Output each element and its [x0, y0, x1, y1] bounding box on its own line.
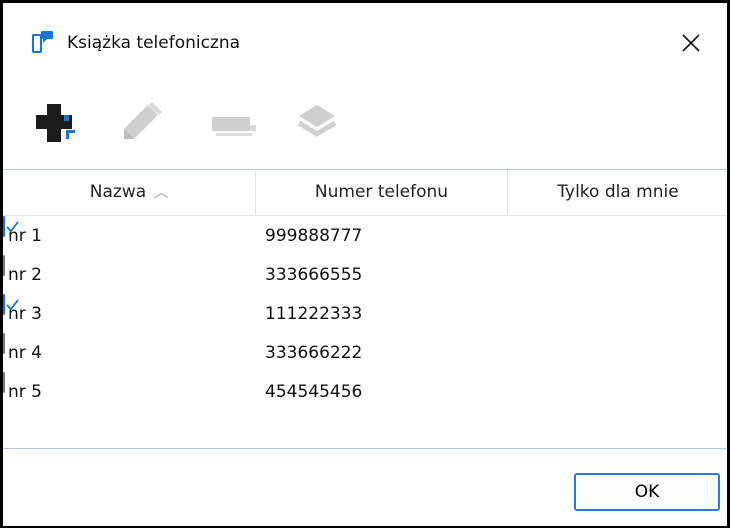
checkmark-icon	[6, 221, 19, 233]
only-me-checkbox[interactable]	[3, 294, 19, 315]
toolbar	[3, 83, 727, 168]
title-bar: Książka telefoniczna	[3, 3, 727, 83]
column-header-only-me[interactable]: Tylko dla mnie	[508, 170, 728, 216]
layers-button[interactable]	[293, 99, 341, 147]
table-body: nr 1 999888777 nr 2 333666555 nr 3 11122…	[3, 216, 727, 412]
only-me-checkbox[interactable]	[3, 333, 5, 354]
sort-ascending-icon: ︿	[154, 185, 169, 201]
close-icon	[682, 34, 700, 52]
contact-name: nr 1	[8, 226, 42, 246]
only-me-checkbox[interactable]	[3, 372, 5, 393]
edit-contact-button[interactable]	[118, 99, 166, 147]
phonebook-app-icon	[32, 30, 54, 54]
contact-name: nr 3	[8, 304, 42, 324]
contact-name: nr 2	[8, 265, 42, 285]
table-row[interactable]: nr 3 111222333	[3, 294, 727, 334]
add-contact-button[interactable]	[33, 99, 81, 147]
table-row[interactable]: nr 5 454545456	[3, 372, 727, 412]
ok-button[interactable]: OK	[574, 473, 720, 511]
only-me-checkbox[interactable]	[3, 255, 5, 276]
contact-number: 999888777	[265, 226, 363, 246]
column-header-number[interactable]: Numer telefonu	[256, 170, 508, 216]
column-header-name[interactable]: Nazwa ︿	[3, 170, 256, 216]
only-me-checkbox[interactable]	[3, 216, 19, 237]
add-contact-icon	[36, 104, 75, 142]
layers-icon	[297, 105, 337, 137]
column-header-label: Nazwa	[89, 182, 147, 202]
column-header-label: Numer telefonu	[314, 182, 449, 202]
phonebook-table: Nazwa ︿ Numer telefonu Tylko dla mnie nr …	[3, 169, 727, 449]
checkmark-icon	[6, 299, 19, 311]
window-title: Książka telefoniczna	[67, 33, 241, 53]
contact-number: 333666555	[265, 265, 363, 285]
column-header-label: Tylko dla mnie	[557, 182, 679, 202]
table-header: Nazwa ︿ Numer telefonu Tylko dla mnie	[3, 170, 727, 216]
rename-icon	[212, 117, 256, 136]
phonebook-dialog: Książka telefoniczna Nazwa ︿ Numer telef…	[0, 0, 730, 528]
rename-contact-button[interactable]	[210, 99, 258, 147]
table-row[interactable]: nr 4 333666222	[3, 333, 727, 373]
table-row[interactable]: nr 2 333666555	[3, 255, 727, 295]
table-row[interactable]: nr 1 999888777	[3, 216, 727, 256]
pencil-icon	[124, 102, 162, 139]
contact-number: 333666222	[265, 343, 363, 363]
contact-number: 111222333	[265, 304, 363, 324]
contact-name: nr 4	[8, 343, 42, 363]
contact-number: 454545456	[265, 382, 363, 402]
contact-name: nr 5	[8, 382, 42, 402]
close-button[interactable]	[671, 23, 711, 63]
